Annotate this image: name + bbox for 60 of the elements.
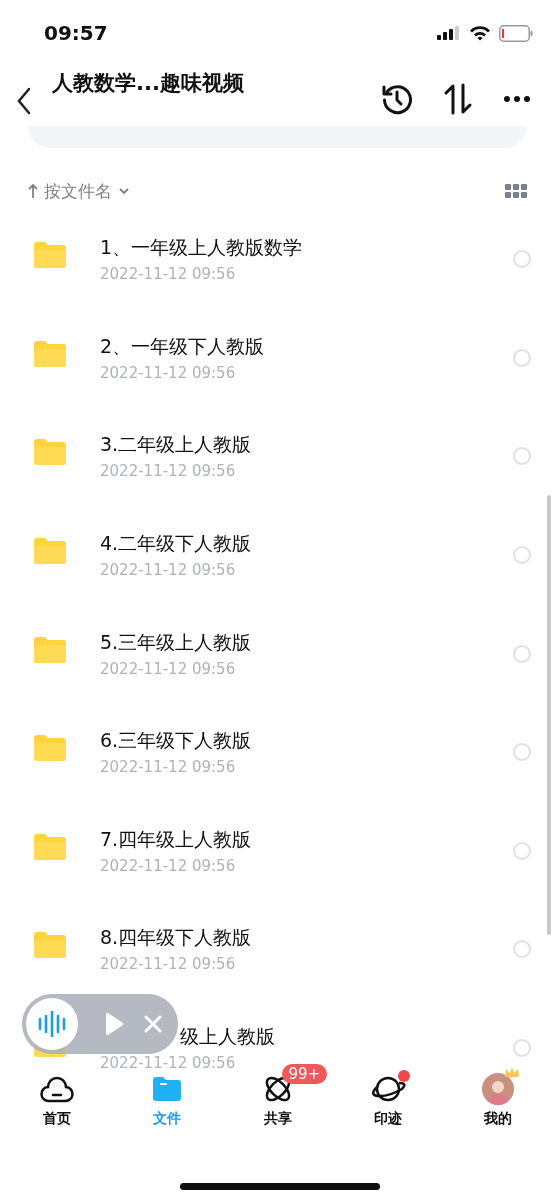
grid-view-icon[interactable] xyxy=(505,184,527,198)
tab[interactable]: 我的 xyxy=(445,1062,551,1128)
folder-icon xyxy=(34,242,66,269)
file-name[interactable]: 5.三年级上人教版 xyxy=(100,629,252,656)
count-badge: 99+ xyxy=(281,1064,328,1084)
select-radio[interactable] xyxy=(513,644,531,663)
file-name[interactable]: 8.四年级下人教版 xyxy=(100,925,252,952)
sound-wave-icon[interactable] xyxy=(37,1011,67,1037)
sort-button[interactable]: 按文件名 xyxy=(28,179,130,203)
signal-icon xyxy=(437,26,461,40)
close-icon[interactable] xyxy=(144,1015,162,1033)
file-name[interactable]: 级上人教版 xyxy=(180,1024,275,1051)
select-radio[interactable] xyxy=(513,546,531,565)
folder-icon xyxy=(34,538,66,565)
file-date: 2022-11-12 09:56 xyxy=(100,363,237,382)
folder-icon xyxy=(34,439,66,466)
folder-icon xyxy=(34,833,66,860)
folder-icon xyxy=(34,636,66,663)
tab[interactable]: 印迹 xyxy=(334,1062,441,1128)
avatar xyxy=(482,1073,514,1105)
folder-icon xyxy=(34,340,66,367)
select-radio[interactable] xyxy=(513,841,531,860)
folder-title: 人教数学...趣味视频 xyxy=(52,70,244,97)
folder-icon xyxy=(153,1077,182,1101)
back-icon[interactable] xyxy=(16,87,32,115)
history-icon[interactable] xyxy=(381,83,413,115)
select-radio[interactable] xyxy=(513,1039,531,1058)
planet-icon xyxy=(369,1075,406,1103)
file-name[interactable]: 6.三年级下人教版 xyxy=(100,728,252,755)
battery-icon xyxy=(499,24,533,42)
folder-icon xyxy=(34,735,66,762)
select-radio[interactable] xyxy=(513,743,531,762)
file-date: 2022-11-12 09:56 xyxy=(100,561,237,580)
crown-icon xyxy=(504,1066,520,1078)
file-date: 2022-11-12 09:56 xyxy=(100,1054,237,1072)
file-name[interactable]: 4.二年级下人教版 xyxy=(100,531,252,558)
select-radio[interactable] xyxy=(513,447,531,466)
cloud-icon xyxy=(40,1075,74,1103)
audio-player[interactable] xyxy=(22,994,178,1054)
status-time: 09:57 xyxy=(44,21,108,45)
wifi-icon xyxy=(469,25,491,41)
play-icon[interactable] xyxy=(104,1012,124,1036)
file-date: 2022-11-12 09:56 xyxy=(100,856,237,875)
file-date: 2022-11-12 09:56 xyxy=(100,265,237,284)
select-radio[interactable] xyxy=(513,940,531,959)
file-date: 2022-11-12 09:56 xyxy=(100,462,237,481)
sort-order-icon[interactable] xyxy=(443,83,473,115)
more-icon[interactable] xyxy=(503,95,531,103)
file-name[interactable]: 2、一年级下人教版 xyxy=(100,333,265,360)
file-name[interactable]: 3.二年级上人教版 xyxy=(100,432,252,459)
file-name[interactable]: 7.四年级上人教版 xyxy=(100,826,252,853)
file-name[interactable]: 1、一年级上人教版数学 xyxy=(100,235,303,262)
folder-icon xyxy=(34,932,66,959)
file-date: 2022-11-12 09:56 xyxy=(100,758,237,777)
file-date: 2022-11-12 09:56 xyxy=(100,955,237,974)
select-radio[interactable] xyxy=(513,348,531,367)
arrow-up-icon xyxy=(28,183,38,199)
select-radio[interactable] xyxy=(513,250,531,269)
file-date: 2022-11-12 09:56 xyxy=(100,659,237,678)
caret-icon xyxy=(118,187,130,195)
